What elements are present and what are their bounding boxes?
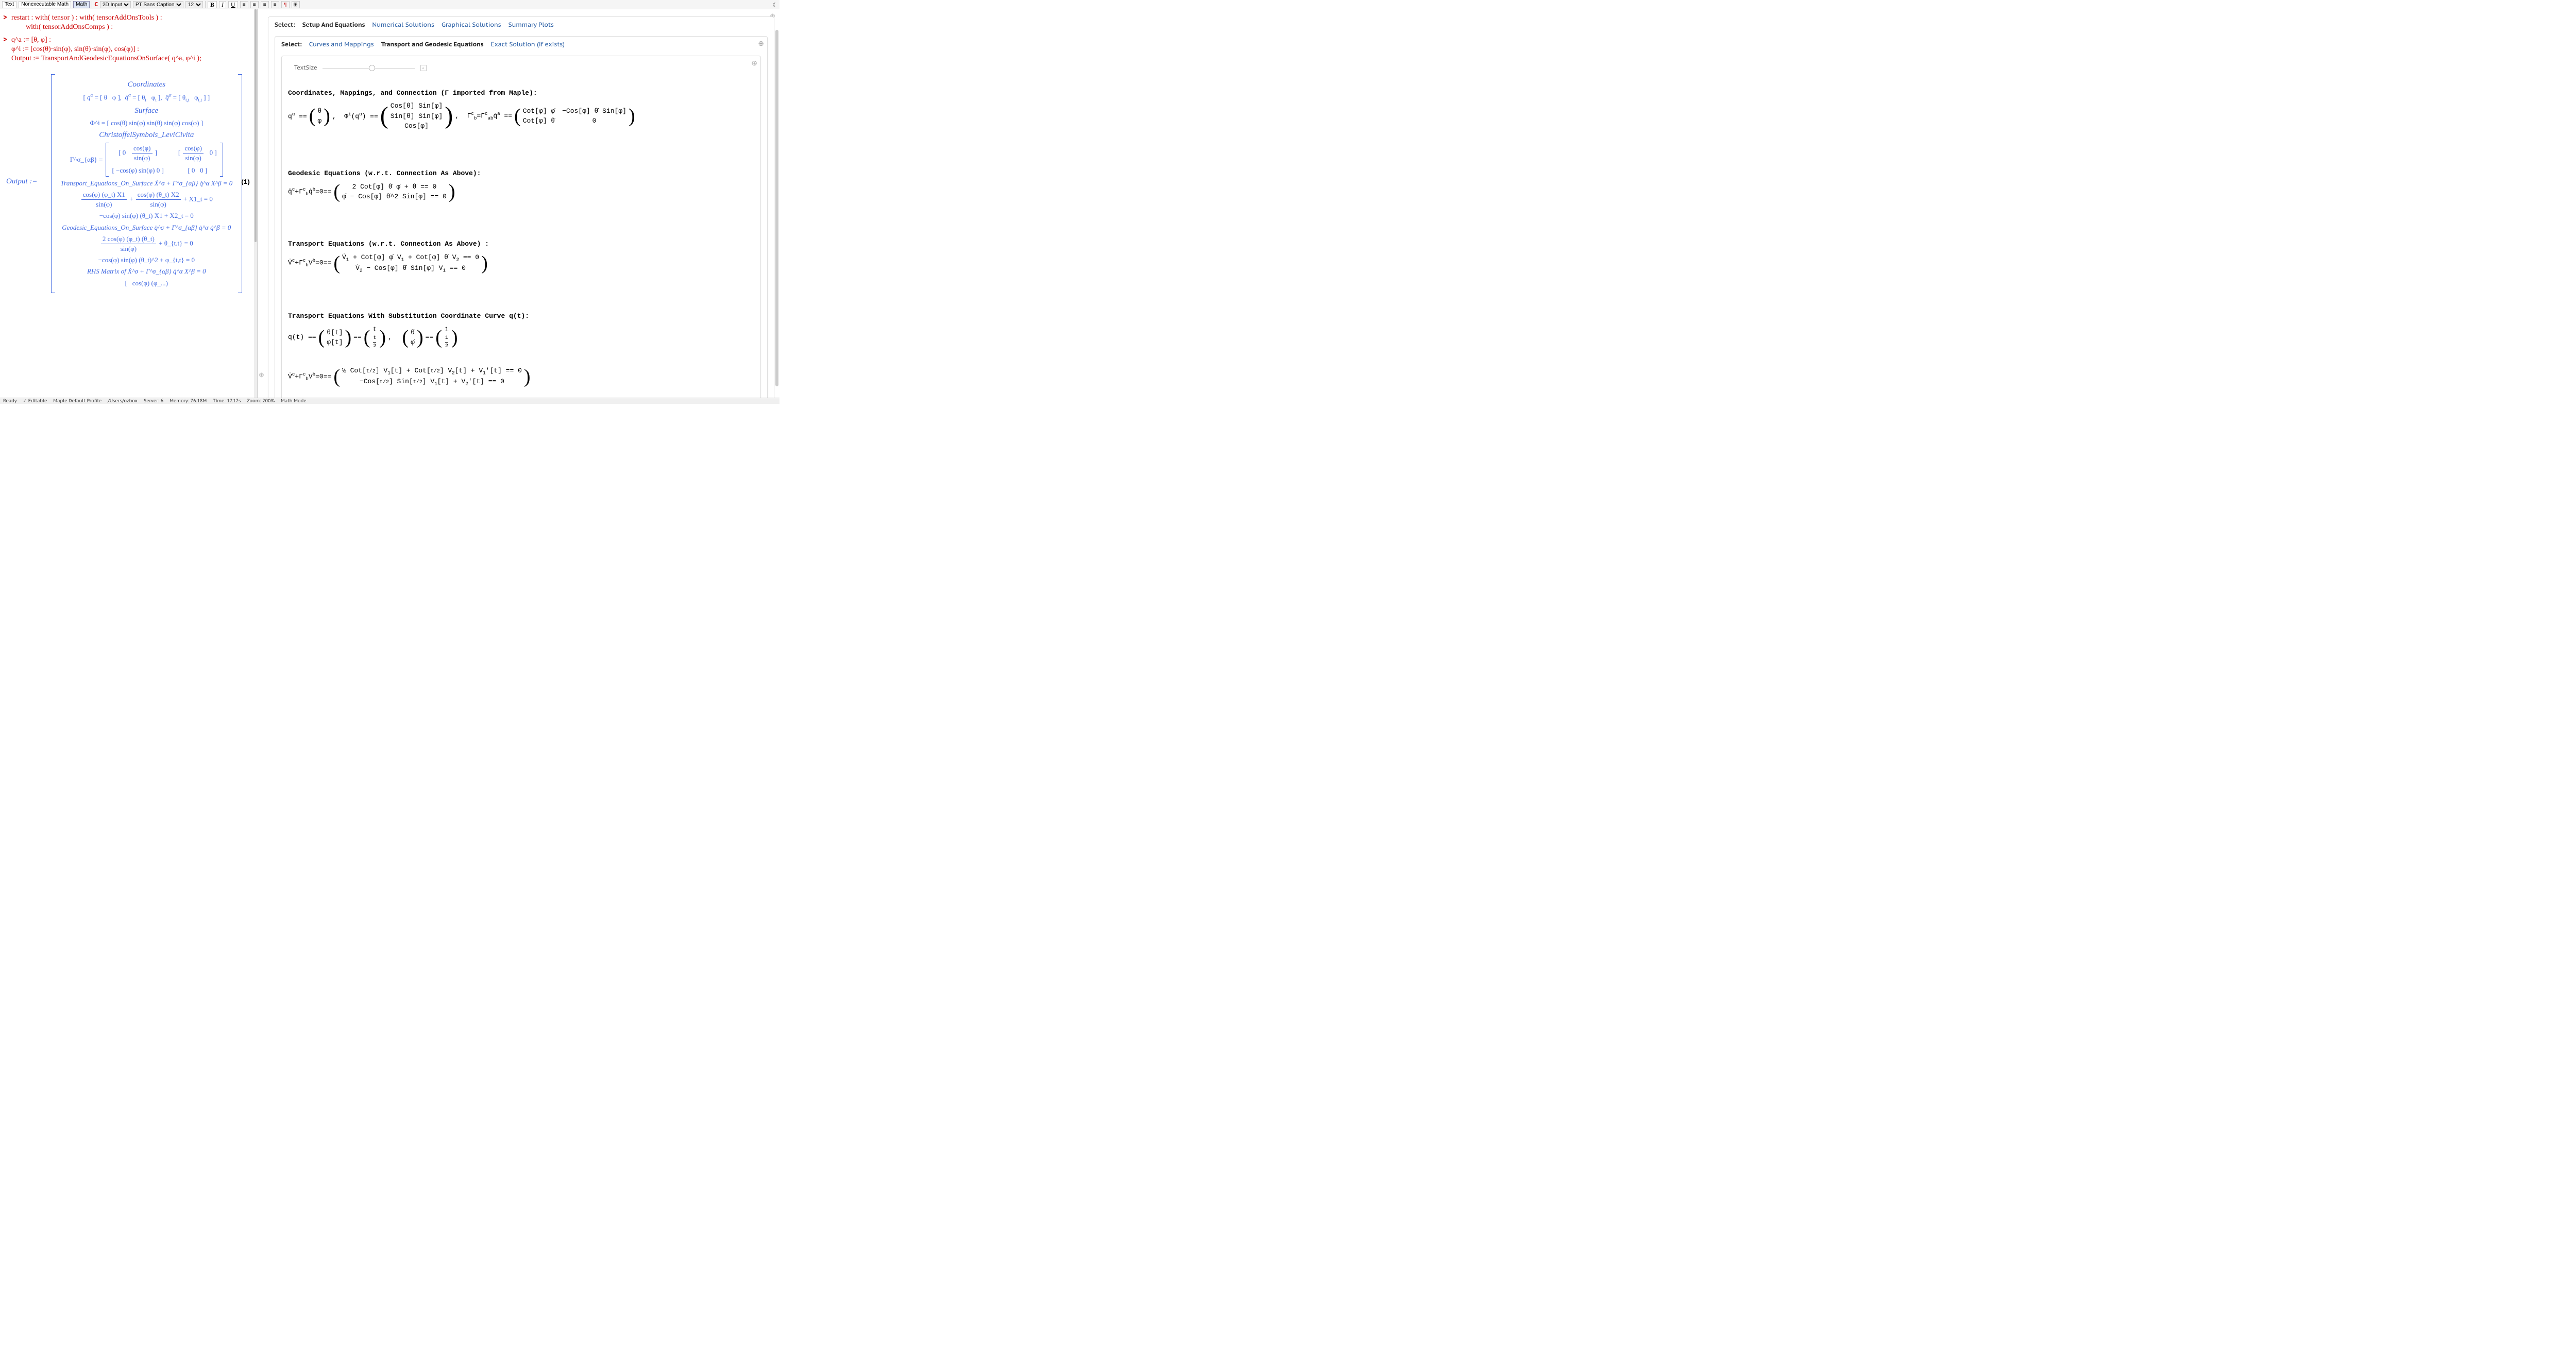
mathematica-pane: ⊕ Select: Setup And Equations Numerical … — [258, 9, 779, 398]
select-label-2: Select: — [281, 41, 302, 48]
status-bar: Ready Editable Maple Default Profile /Us… — [0, 398, 779, 404]
selector-card-1: Select: Setup And Equations Numerical So… — [268, 16, 774, 398]
status-zoom: Zoom: 200% — [247, 398, 275, 404]
left-scrollbar[interactable] — [254, 9, 257, 398]
transport-title: Transport_Equations_On_Surface Ẋ^σ + Γ^σ… — [60, 179, 233, 188]
paragraph-icon[interactable]: ¶ — [281, 1, 290, 8]
bold-btn[interactable]: B — [208, 1, 217, 8]
rhs-title: RHS Matrix of Ẋ^σ + Γ^σ_{αβ} q̇^α X^β = … — [60, 267, 233, 276]
prompt: > — [3, 12, 11, 22]
output-label: Output := — [6, 177, 38, 186]
format-toolbar: Text Nonexecutable Math Math C 2D Input … — [0, 0, 779, 9]
sel1-opt-3[interactable]: Summary Plots — [509, 21, 554, 29]
sel1-opt-2[interactable]: Graphical Solutions — [442, 21, 501, 29]
underline-btn[interactable]: U — [228, 1, 238, 8]
maple-worksheet[interactable]: > restart : with( tensor ) : with( tenso… — [0, 9, 258, 398]
table-icon[interactable]: ⊞ — [292, 1, 300, 8]
status-time: Time: 17.17s — [213, 398, 241, 404]
status-profile: Maple Default Profile — [53, 398, 101, 404]
coords-title: Coordinates — [60, 80, 233, 89]
sel2-opt-2[interactable]: Exact Solution (if exists) — [491, 41, 565, 48]
geo-title: Geodesic_Equations_On_Surface q̈^σ + Γ^σ… — [60, 223, 233, 232]
cmd-restart[interactable]: restart : with( tensor ) : with( tensorA… — [11, 14, 162, 22]
textsize-label: TextSize — [294, 64, 317, 72]
cmd-with[interactable]: with( tensorAddOnsComps ) : — [26, 23, 113, 31]
equation-number: (1) — [241, 177, 250, 186]
christ-title: ChristoffelSymbols_LeviCivita — [60, 131, 233, 140]
prompt: > — [3, 35, 11, 44]
left-bracket — [51, 74, 55, 293]
mode-nonexec-btn[interactable]: Nonexecutable Math — [19, 1, 71, 8]
surface-title: Surface — [60, 107, 233, 115]
section-transport-sub: Transport Equations With Substitution Co… — [288, 301, 754, 398]
expand-icon-bottom[interactable]: ⊕ — [259, 370, 264, 379]
geo-eq1: 2 cos(φ) (φ_t) (θ_t)sin(φ) + θ_{t,t} = 0 — [60, 234, 233, 253]
align-right-icon[interactable]: ≡ — [261, 1, 269, 8]
surface-eq: Φ^i = [ cos(θ) sin(φ) sin(θ) sin(φ) cos(… — [60, 118, 233, 128]
maple-c-icon: C — [94, 1, 98, 8]
mode-text-btn[interactable]: Text — [2, 1, 16, 8]
size-select[interactable]: 12 — [185, 1, 203, 8]
slider-thumb[interactable] — [369, 65, 375, 71]
mode-math-btn[interactable]: Math — [73, 1, 90, 8]
align-left-icon[interactable]: ≡ — [240, 1, 248, 8]
toolbar-collapse-icon[interactable]: 《 — [770, 1, 777, 8]
textsize-slider[interactable] — [323, 68, 415, 69]
plus-icon[interactable]: ⊕ — [758, 39, 764, 48]
status-path: /Users/ozbox — [108, 398, 138, 404]
italic-btn[interactable]: I — [219, 1, 226, 8]
section-geodesic: Geodesic Equations (w.r.t. Connection As… — [288, 159, 754, 222]
section-coords: Coordinates, Mappings, and Connection (Γ… — [288, 78, 754, 151]
sel2-opt-1[interactable]: Transport and Geodesic Equations — [381, 41, 484, 48]
section-transport: Transport Equations (w.r.t. Connection A… — [288, 229, 754, 294]
transport-eq2: −cos(φ) sin(φ) (θ_t) X1 + X2_t = 0 — [60, 211, 233, 220]
cmd-output-call[interactable]: Output := TransportAndGeodesicEquationsO… — [11, 55, 201, 63]
status-editable: Editable — [23, 398, 47, 404]
content-card: ⊕ TextSize ▫ Coordinates, Mappings, and … — [281, 56, 761, 398]
transport-eq1: cos(φ) (φ_t) X1sin(φ) + cos(φ) (θ_t) X2s… — [60, 190, 233, 209]
align-center-icon[interactable]: ≡ — [250, 1, 259, 8]
status-mode: Math Mode — [281, 398, 307, 404]
align-justify-icon[interactable]: ≡ — [271, 1, 279, 8]
font-select[interactable]: PT Sans Caption — [133, 1, 183, 8]
right-scrollbar[interactable] — [775, 30, 778, 386]
select-label-1: Select: — [275, 21, 295, 29]
rhs-partial: [ cos(φ) (φ_...) — [60, 279, 233, 288]
cmd-phi[interactable]: φ^i := [cos(θ)·sin(φ), sin(θ)·sin(φ), co… — [11, 45, 139, 54]
status-server: Server: 6 — [144, 398, 163, 404]
status-ready: Ready — [3, 398, 17, 404]
selector-card-2: ⊕ Select: Curves and Mappings Transport … — [275, 36, 768, 398]
input-style-select[interactable]: 2D Input — [100, 1, 131, 8]
sel1-opt-1[interactable]: Numerical Solutions — [372, 21, 434, 29]
christoffel-eq: Γ^σ_{αβ} = [ 0 cos(φ)sin(φ) ] [ −cos(φ) … — [60, 143, 233, 177]
cmd-qa[interactable]: q^a := [θ, φ] : — [11, 36, 51, 44]
output-matrix: Coordinates [ qα = [ θ φ ], q̇α = [ θt φ… — [60, 74, 233, 293]
sel1-opt-0[interactable]: Setup And Equations — [302, 21, 365, 29]
slider-close-icon[interactable]: ▫ — [420, 65, 427, 71]
geo-eq2: −cos(φ) sin(φ) (θ_t)^2 + φ_{t,t} = 0 — [60, 255, 233, 265]
status-memory: Memory: 76.18M — [170, 398, 207, 404]
sel2-opt-0[interactable]: Curves and Mappings — [309, 41, 374, 48]
plus-icon[interactable]: ⊕ — [751, 58, 757, 67]
coords-eq: [ qα = [ θ φ ], q̇α = [ θt φt ], q̈α = [… — [60, 92, 233, 104]
